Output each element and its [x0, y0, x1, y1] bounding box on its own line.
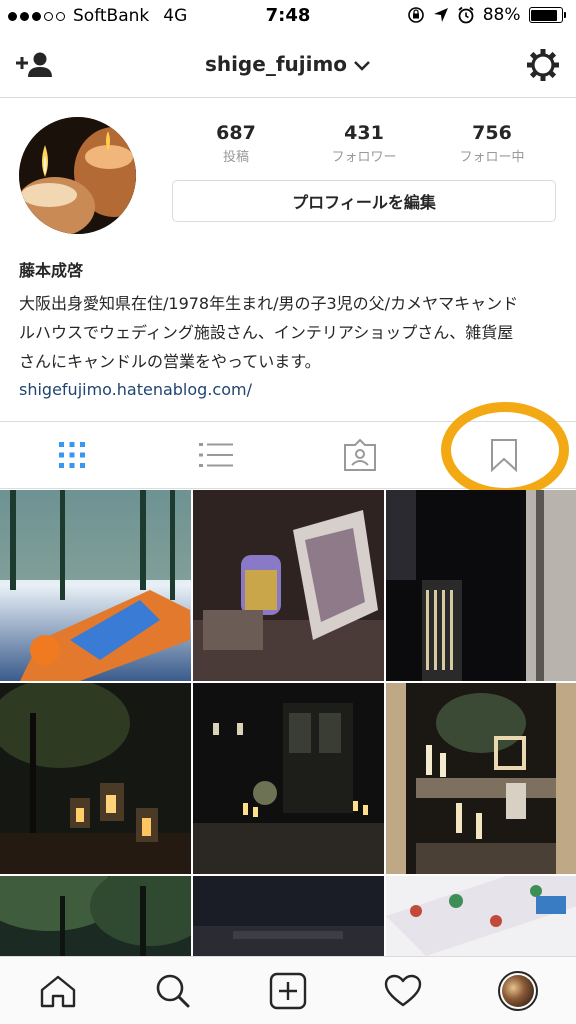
profile-nav-bar: shige_fujimo: [0, 34, 576, 98]
stat-label: フォロー中: [459, 150, 525, 165]
tagged-photos-icon: [344, 438, 376, 471]
bio-line: さんにキャンドルの営業をやっています。: [19, 352, 321, 371]
location-arrow-icon: [433, 8, 448, 22]
stat-label: 投稿: [222, 150, 249, 165]
following-count[interactable]: 756 フォロー中: [437, 122, 547, 165]
search-icon: [156, 974, 189, 1008]
photo-thumbnail[interactable]: [193, 490, 384, 681]
bio-line: ルハウスでウェディング施設さん、インテリアショップさん、雑貨屋: [19, 323, 514, 342]
heart-icon: [384, 974, 421, 1007]
nav-home[interactable]: [0, 957, 115, 1024]
stat-value: 431: [344, 122, 384, 144]
home-icon: [40, 975, 75, 1008]
highlight-annotation-ring: [441, 402, 569, 498]
profile-avatar[interactable]: [19, 117, 136, 234]
photo-thumbnail[interactable]: [0, 678, 191, 874]
photo-grid: [0, 490, 576, 956]
username-title: shige_fujimo: [204, 52, 348, 76]
status-bar: SoftBank 4G 7:48 88%: [0, 0, 576, 34]
tab-tagged[interactable]: [288, 422, 432, 488]
nav-search[interactable]: [115, 957, 230, 1024]
nav-new-post[interactable]: [230, 957, 345, 1024]
photo-thumbnail[interactable]: [193, 683, 384, 874]
bio-website-link[interactable]: shigefujimo.hatenablog.com/: [19, 380, 564, 399]
bio-line: 大阪出身愛知県在住/1978年生まれ/男の子3児の父/カメヤマキャンド: [19, 294, 519, 313]
list-icon: [199, 443, 233, 467]
rotation-lock-icon: [407, 7, 424, 23]
profile-bio: 藤本成啓 大阪出身愛知県在住/1978年生まれ/男の子3児の父/カメヤマキャンド…: [19, 257, 564, 399]
photo-thumbnail[interactable]: [0, 490, 191, 681]
posts-count[interactable]: 687 投稿: [181, 122, 291, 165]
chevron-down-icon: [354, 60, 370, 71]
followers-count[interactable]: 431 フォロワー: [309, 122, 419, 165]
photo-thumbnail[interactable]: [386, 490, 576, 681]
battery-percent: 88%: [482, 5, 521, 25]
stat-value: 687: [216, 122, 256, 144]
photo-thumbnail[interactable]: [386, 876, 576, 956]
profile-avatar: [497, 971, 538, 1011]
stat-label: フォロワー: [331, 150, 397, 165]
display-name: 藤本成啓: [19, 261, 84, 280]
photo-thumbnail[interactable]: [193, 876, 384, 956]
bottom-tab-bar: [0, 956, 576, 1024]
gear-icon[interactable]: [526, 48, 560, 82]
username-dropdown[interactable]: shige_fujimo: [0, 52, 576, 76]
status-right: 88%: [407, 5, 566, 25]
stat-value: 756: [472, 122, 512, 144]
add-post-icon: [269, 972, 306, 1010]
candle-photo: [19, 117, 136, 234]
tab-list[interactable]: [144, 422, 288, 488]
battery-icon: [528, 7, 566, 23]
edit-profile-button[interactable]: プロフィールを編集: [172, 180, 556, 222]
photo-thumbnail[interactable]: [386, 683, 576, 874]
photo-thumbnail[interactable]: [0, 861, 210, 956]
nav-activity[interactable]: [345, 957, 460, 1024]
tab-grid[interactable]: [0, 422, 144, 488]
nav-profile[interactable]: [460, 957, 575, 1024]
grid-icon: [59, 442, 85, 468]
alarm-icon: [458, 6, 474, 24]
